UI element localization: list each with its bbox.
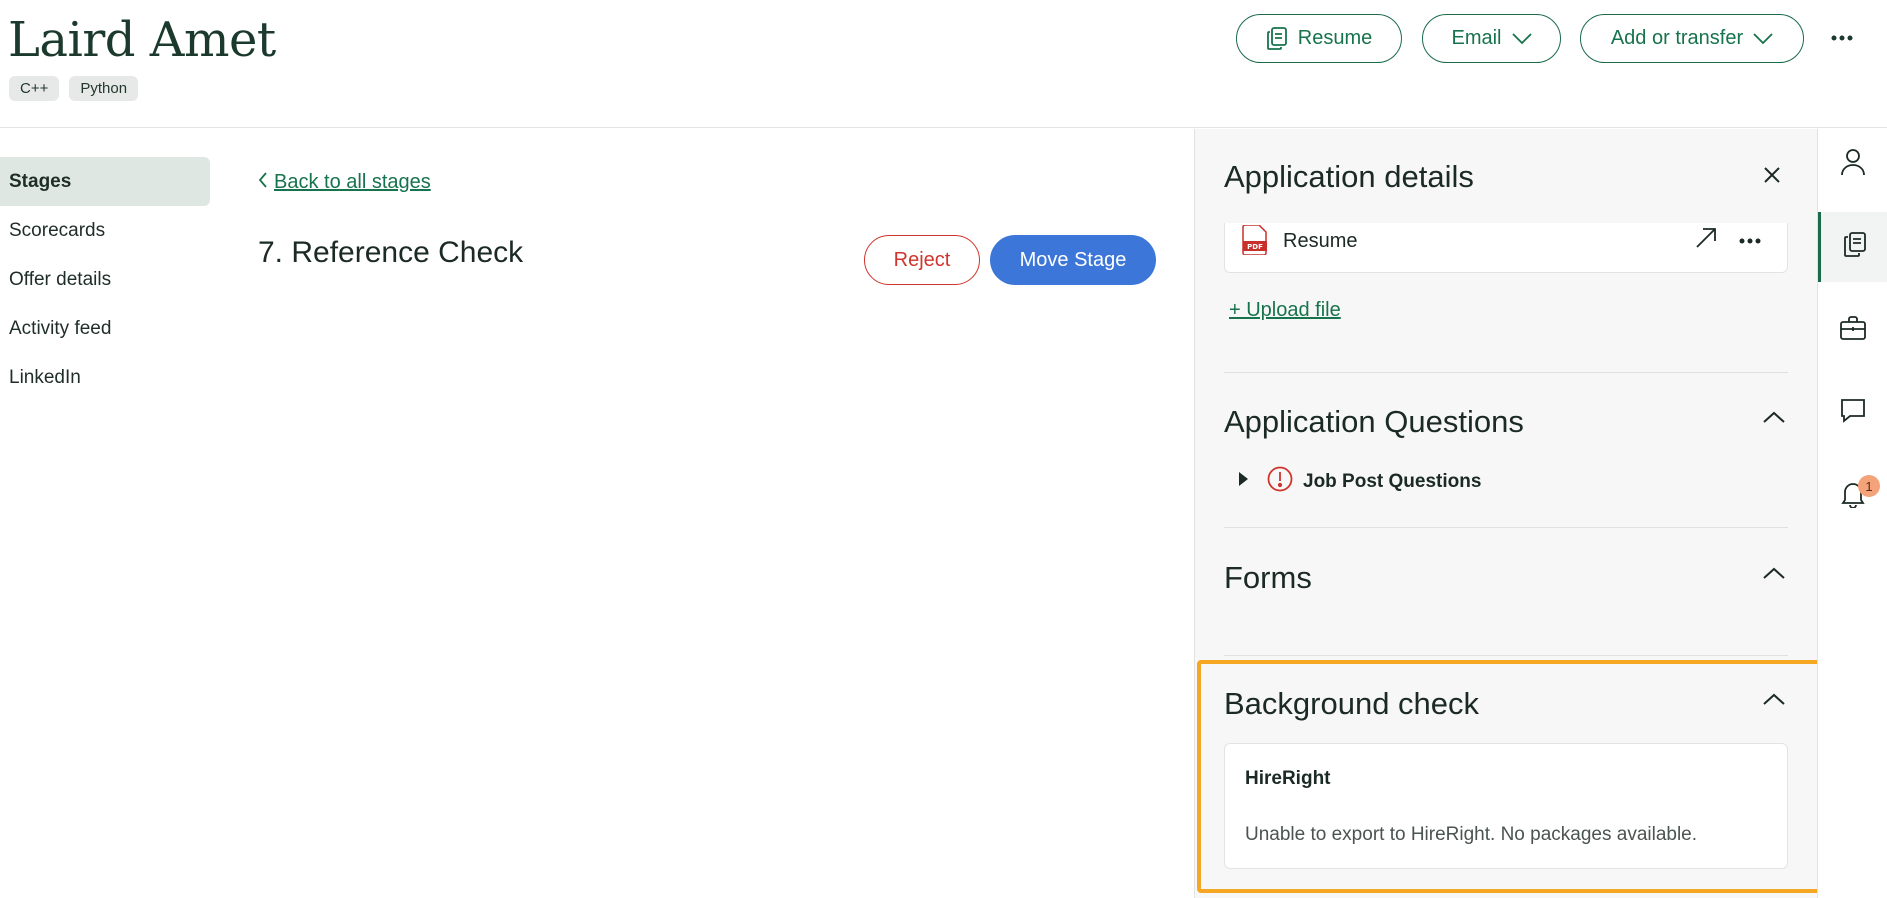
left-navigation: Stages Scorecards Offer details Activity… <box>0 157 210 402</box>
section-divider <box>1224 527 1788 528</box>
chevron-up-icon <box>1763 692 1785 710</box>
rail-jobs-button[interactable] <box>1818 295 1887 365</box>
chevron-down-icon <box>1511 32 1532 45</box>
nav-item-activity-feed[interactable]: Activity feed <box>0 304 210 353</box>
candidate-name: Laird Amet <box>8 12 276 68</box>
nav-item-scorecards[interactable]: Scorecards <box>0 206 210 255</box>
transfer-button-label: Add or transfer <box>1610 27 1744 49</box>
resume-file-name[interactable]: Resume <box>1283 230 1357 253</box>
notification-badge: 1 <box>1858 475 1880 497</box>
job-post-questions-row[interactable]: Job Post Questions <box>1237 466 1481 497</box>
email-dropdown-button[interactable]: Email <box>1422 14 1561 63</box>
background-check-title: Background check <box>1224 686 1480 721</box>
candidate-header: Laird Amet C++ Python Resume Email Add o… <box>0 0 1887 128</box>
open-external-icon[interactable] <box>1693 225 1719 256</box>
stage-title: 7. Reference Check <box>258 236 524 269</box>
back-link-label: Back to all stages <box>274 171 431 193</box>
document-copy-icon <box>1843 231 1867 263</box>
background-check-vendor: HireRight <box>1245 768 1331 789</box>
nav-item-stages[interactable]: Stages <box>0 157 210 206</box>
background-check-card: HireRight Unable to export to HireRight.… <box>1224 743 1788 869</box>
close-panel-button[interactable] <box>1758 163 1786 191</box>
reject-button[interactable]: Reject <box>864 235 980 285</box>
rail-profile-button[interactable] <box>1818 129 1887 199</box>
alert-circle-icon <box>1267 466 1293 497</box>
collapse-questions-button[interactable] <box>1761 406 1787 432</box>
ellipsis-icon <box>1831 28 1853 46</box>
rail-notifications-button[interactable]: 1 <box>1818 461 1887 531</box>
chevron-up-icon <box>1763 566 1785 584</box>
caret-right-icon <box>1237 471 1249 492</box>
application-questions-title: Application Questions <box>1224 404 1524 439</box>
resume-button[interactable]: Resume <box>1236 14 1402 63</box>
chevron-down-icon <box>1753 32 1773 45</box>
email-button-label: Email <box>1451 27 1502 49</box>
chat-bubble-icon <box>1840 398 1866 429</box>
briefcase-icon <box>1840 315 1866 345</box>
tag-python: Python <box>69 76 139 101</box>
resume-file-row: PDF Resume <box>1224 223 1788 273</box>
section-divider <box>1224 655 1788 656</box>
close-icon <box>1763 166 1781 189</box>
document-copy-icon <box>1266 26 1288 51</box>
panel-title: Application details <box>1224 159 1474 194</box>
background-check-message: Unable to export to HireRight. No packag… <box>1245 824 1698 845</box>
collapse-background-check-button[interactable] <box>1761 688 1787 714</box>
file-more-options-icon[interactable] <box>1739 231 1761 249</box>
candidate-tags: C++ Python <box>9 76 139 101</box>
pdf-file-icon: PDF <box>1242 224 1268 260</box>
back-to-all-stages-link[interactable]: Back to all stages <box>258 171 431 194</box>
rail-messages-button[interactable] <box>1818 378 1887 448</box>
add-or-transfer-button[interactable]: Add or transfer <box>1580 14 1804 63</box>
chevron-up-icon <box>1763 410 1785 428</box>
move-stage-button[interactable]: Move Stage <box>990 235 1156 285</box>
tag-cpp: C++ <box>9 76 60 101</box>
section-divider <box>1224 372 1788 373</box>
nav-item-offer-details[interactable]: Offer details <box>0 255 210 304</box>
svg-text:PDF: PDF <box>1247 243 1263 251</box>
application-details-panel: Application details PDF Resume + Upload … <box>1194 129 1817 898</box>
collapse-forms-button[interactable] <box>1761 562 1787 588</box>
chevron-left-icon <box>258 171 268 194</box>
job-post-questions-label: Job Post Questions <box>1303 470 1482 492</box>
rail-documents-button[interactable] <box>1818 212 1887 282</box>
upload-file-link[interactable]: + Upload file <box>1229 299 1341 322</box>
forms-title: Forms <box>1224 560 1312 595</box>
person-icon <box>1840 148 1866 181</box>
resume-button-label: Resume <box>1297 27 1373 49</box>
right-icon-rail: 1 <box>1817 129 1887 898</box>
more-options-button[interactable] <box>1828 22 1856 52</box>
nav-item-linkedin[interactable]: LinkedIn <box>0 353 210 402</box>
